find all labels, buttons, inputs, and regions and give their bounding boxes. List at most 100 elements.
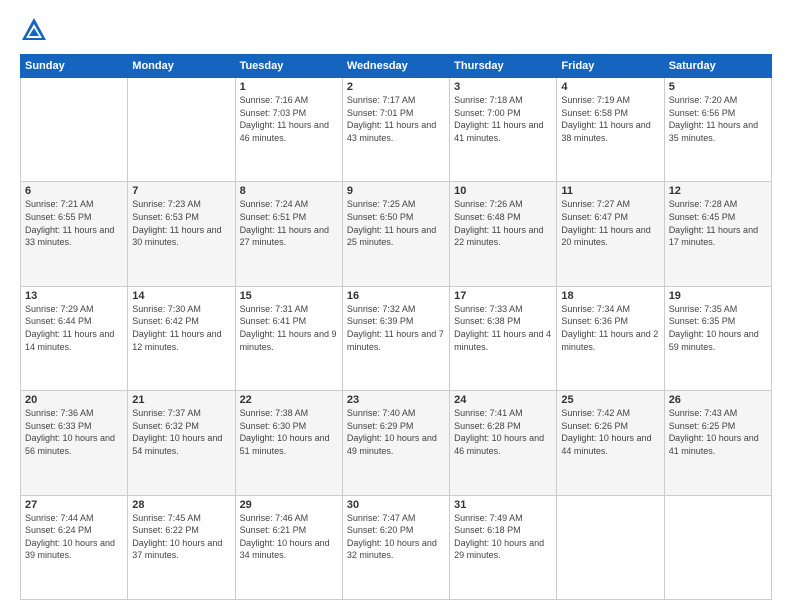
calendar-cell <box>128 78 235 182</box>
day-number: 1 <box>240 81 338 93</box>
day-number: 3 <box>454 81 552 93</box>
header <box>20 16 772 44</box>
calendar-week-5: 27Sunrise: 7:44 AM Sunset: 6:24 PM Dayli… <box>21 495 772 599</box>
calendar-cell: 6Sunrise: 7:21 AM Sunset: 6:55 PM Daylig… <box>21 182 128 286</box>
calendar-cell: 29Sunrise: 7:46 AM Sunset: 6:21 PM Dayli… <box>235 495 342 599</box>
calendar-cell <box>557 495 664 599</box>
calendar-cell: 26Sunrise: 7:43 AM Sunset: 6:25 PM Dayli… <box>664 391 771 495</box>
day-info: Sunrise: 7:25 AM Sunset: 6:50 PM Dayligh… <box>347 198 445 248</box>
calendar-cell: 2Sunrise: 7:17 AM Sunset: 7:01 PM Daylig… <box>342 78 449 182</box>
calendar-header-row: SundayMondayTuesdayWednesdayThursdayFrid… <box>21 55 772 78</box>
calendar-table: SundayMondayTuesdayWednesdayThursdayFrid… <box>20 54 772 600</box>
calendar-cell <box>664 495 771 599</box>
day-number: 30 <box>347 499 445 511</box>
logo-icon <box>20 16 48 44</box>
day-info: Sunrise: 7:49 AM Sunset: 6:18 PM Dayligh… <box>454 512 552 562</box>
day-info: Sunrise: 7:16 AM Sunset: 7:03 PM Dayligh… <box>240 94 338 144</box>
calendar-cell: 19Sunrise: 7:35 AM Sunset: 6:35 PM Dayli… <box>664 286 771 390</box>
calendar-week-2: 6Sunrise: 7:21 AM Sunset: 6:55 PM Daylig… <box>21 182 772 286</box>
day-info: Sunrise: 7:28 AM Sunset: 6:45 PM Dayligh… <box>669 198 767 248</box>
day-number: 26 <box>669 394 767 406</box>
day-number: 10 <box>454 185 552 197</box>
day-info: Sunrise: 7:36 AM Sunset: 6:33 PM Dayligh… <box>25 407 123 457</box>
day-info: Sunrise: 7:46 AM Sunset: 6:21 PM Dayligh… <box>240 512 338 562</box>
day-info: Sunrise: 7:43 AM Sunset: 6:25 PM Dayligh… <box>669 407 767 457</box>
calendar-cell: 11Sunrise: 7:27 AM Sunset: 6:47 PM Dayli… <box>557 182 664 286</box>
day-number: 22 <box>240 394 338 406</box>
day-info: Sunrise: 7:40 AM Sunset: 6:29 PM Dayligh… <box>347 407 445 457</box>
day-number: 4 <box>561 81 659 93</box>
day-number: 8 <box>240 185 338 197</box>
calendar-cell: 9Sunrise: 7:25 AM Sunset: 6:50 PM Daylig… <box>342 182 449 286</box>
day-number: 25 <box>561 394 659 406</box>
day-number: 18 <box>561 290 659 302</box>
calendar-cell: 8Sunrise: 7:24 AM Sunset: 6:51 PM Daylig… <box>235 182 342 286</box>
calendar-header-thursday: Thursday <box>450 55 557 78</box>
calendar-cell: 22Sunrise: 7:38 AM Sunset: 6:30 PM Dayli… <box>235 391 342 495</box>
day-info: Sunrise: 7:45 AM Sunset: 6:22 PM Dayligh… <box>132 512 230 562</box>
day-number: 15 <box>240 290 338 302</box>
day-number: 11 <box>561 185 659 197</box>
calendar-cell: 23Sunrise: 7:40 AM Sunset: 6:29 PM Dayli… <box>342 391 449 495</box>
day-number: 13 <box>25 290 123 302</box>
calendar-cell: 7Sunrise: 7:23 AM Sunset: 6:53 PM Daylig… <box>128 182 235 286</box>
day-info: Sunrise: 7:18 AM Sunset: 7:00 PM Dayligh… <box>454 94 552 144</box>
day-info: Sunrise: 7:21 AM Sunset: 6:55 PM Dayligh… <box>25 198 123 248</box>
calendar-header-friday: Friday <box>557 55 664 78</box>
calendar-cell: 12Sunrise: 7:28 AM Sunset: 6:45 PM Dayli… <box>664 182 771 286</box>
calendar-cell: 16Sunrise: 7:32 AM Sunset: 6:39 PM Dayli… <box>342 286 449 390</box>
calendar-cell: 20Sunrise: 7:36 AM Sunset: 6:33 PM Dayli… <box>21 391 128 495</box>
day-number: 6 <box>25 185 123 197</box>
day-info: Sunrise: 7:35 AM Sunset: 6:35 PM Dayligh… <box>669 303 767 353</box>
page: SundayMondayTuesdayWednesdayThursdayFrid… <box>0 0 792 612</box>
day-number: 16 <box>347 290 445 302</box>
calendar-cell: 1Sunrise: 7:16 AM Sunset: 7:03 PM Daylig… <box>235 78 342 182</box>
day-info: Sunrise: 7:47 AM Sunset: 6:20 PM Dayligh… <box>347 512 445 562</box>
day-number: 19 <box>669 290 767 302</box>
day-info: Sunrise: 7:30 AM Sunset: 6:42 PM Dayligh… <box>132 303 230 353</box>
day-info: Sunrise: 7:44 AM Sunset: 6:24 PM Dayligh… <box>25 512 123 562</box>
logo <box>20 16 52 44</box>
day-number: 29 <box>240 499 338 511</box>
day-info: Sunrise: 7:20 AM Sunset: 6:56 PM Dayligh… <box>669 94 767 144</box>
day-info: Sunrise: 7:19 AM Sunset: 6:58 PM Dayligh… <box>561 94 659 144</box>
calendar-cell: 4Sunrise: 7:19 AM Sunset: 6:58 PM Daylig… <box>557 78 664 182</box>
day-number: 28 <box>132 499 230 511</box>
calendar-cell: 3Sunrise: 7:18 AM Sunset: 7:00 PM Daylig… <box>450 78 557 182</box>
day-number: 23 <box>347 394 445 406</box>
calendar-cell: 10Sunrise: 7:26 AM Sunset: 6:48 PM Dayli… <box>450 182 557 286</box>
day-number: 9 <box>347 185 445 197</box>
day-number: 7 <box>132 185 230 197</box>
calendar-cell: 13Sunrise: 7:29 AM Sunset: 6:44 PM Dayli… <box>21 286 128 390</box>
day-info: Sunrise: 7:24 AM Sunset: 6:51 PM Dayligh… <box>240 198 338 248</box>
day-info: Sunrise: 7:37 AM Sunset: 6:32 PM Dayligh… <box>132 407 230 457</box>
calendar-week-4: 20Sunrise: 7:36 AM Sunset: 6:33 PM Dayli… <box>21 391 772 495</box>
day-number: 5 <box>669 81 767 93</box>
day-number: 2 <box>347 81 445 93</box>
calendar-week-1: 1Sunrise: 7:16 AM Sunset: 7:03 PM Daylig… <box>21 78 772 182</box>
calendar-cell: 31Sunrise: 7:49 AM Sunset: 6:18 PM Dayli… <box>450 495 557 599</box>
calendar-cell: 27Sunrise: 7:44 AM Sunset: 6:24 PM Dayli… <box>21 495 128 599</box>
calendar-header-saturday: Saturday <box>664 55 771 78</box>
day-info: Sunrise: 7:41 AM Sunset: 6:28 PM Dayligh… <box>454 407 552 457</box>
day-number: 24 <box>454 394 552 406</box>
calendar-cell: 18Sunrise: 7:34 AM Sunset: 6:36 PM Dayli… <box>557 286 664 390</box>
day-number: 27 <box>25 499 123 511</box>
day-info: Sunrise: 7:27 AM Sunset: 6:47 PM Dayligh… <box>561 198 659 248</box>
day-info: Sunrise: 7:33 AM Sunset: 6:38 PM Dayligh… <box>454 303 552 353</box>
calendar-header-monday: Monday <box>128 55 235 78</box>
calendar-cell: 24Sunrise: 7:41 AM Sunset: 6:28 PM Dayli… <box>450 391 557 495</box>
day-info: Sunrise: 7:38 AM Sunset: 6:30 PM Dayligh… <box>240 407 338 457</box>
calendar-header-tuesday: Tuesday <box>235 55 342 78</box>
calendar-cell: 30Sunrise: 7:47 AM Sunset: 6:20 PM Dayli… <box>342 495 449 599</box>
day-number: 12 <box>669 185 767 197</box>
calendar-cell: 21Sunrise: 7:37 AM Sunset: 6:32 PM Dayli… <box>128 391 235 495</box>
calendar-cell <box>21 78 128 182</box>
calendar-cell: 25Sunrise: 7:42 AM Sunset: 6:26 PM Dayli… <box>557 391 664 495</box>
calendar-cell: 15Sunrise: 7:31 AM Sunset: 6:41 PM Dayli… <box>235 286 342 390</box>
day-info: Sunrise: 7:34 AM Sunset: 6:36 PM Dayligh… <box>561 303 659 353</box>
day-info: Sunrise: 7:29 AM Sunset: 6:44 PM Dayligh… <box>25 303 123 353</box>
calendar-cell: 14Sunrise: 7:30 AM Sunset: 6:42 PM Dayli… <box>128 286 235 390</box>
day-number: 21 <box>132 394 230 406</box>
day-number: 20 <box>25 394 123 406</box>
